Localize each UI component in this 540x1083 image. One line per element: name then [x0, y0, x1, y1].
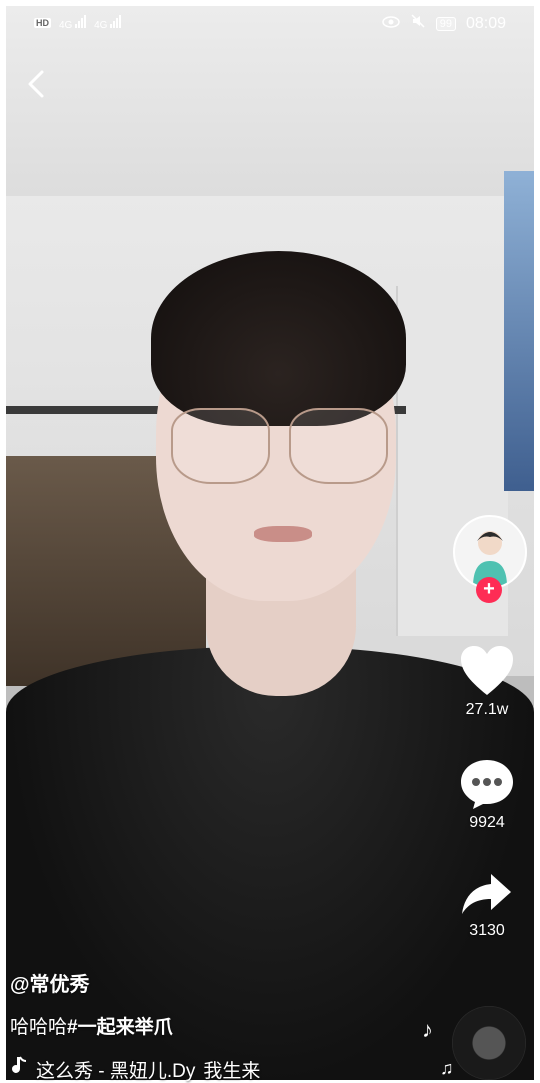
scene-poster — [504, 171, 534, 491]
person-mouth — [254, 526, 312, 542]
follow-plus-button[interactable]: + — [476, 577, 502, 603]
back-button[interactable] — [24, 68, 48, 100]
author-name[interactable]: @常优秀 — [10, 968, 90, 997]
signal-bars-icon — [75, 14, 87, 28]
caption: 哈哈哈#一起来举爪 — [10, 1012, 173, 1039]
music-disc-button[interactable] — [452, 1006, 526, 1080]
caption-text: 哈哈哈 — [10, 1017, 68, 1038]
hashtag-link[interactable]: #一起来举爪 — [67, 1017, 173, 1038]
status-bar: HD 4G 4G 99 08:09 — [6, 6, 534, 40]
music-marquee[interactable]: 这么秀 - 黑妞儿.Dy 我生来 — [10, 1056, 260, 1083]
tiktok-note-icon — [10, 1056, 28, 1083]
person-hair — [151, 251, 406, 426]
share-button[interactable]: 3130 — [457, 872, 517, 940]
signal-bars-icon — [110, 14, 122, 28]
glasses-left — [171, 408, 270, 484]
share-arrow-icon — [462, 874, 511, 914]
like-count: 27.1w — [465, 701, 509, 718]
signal-1-label: 4G — [59, 20, 73, 31]
status-left: HD 4G 4G — [34, 14, 122, 31]
signal-2-label: 4G — [94, 20, 108, 31]
battery-indicator: 99 — [435, 16, 456, 31]
glasses-right — [289, 408, 388, 484]
status-right: 99 08:09 — [381, 13, 506, 34]
comment-button[interactable]: 9924 — [457, 758, 517, 832]
comment-bubble-icon — [461, 760, 513, 809]
music-note-icon: ♪ — [422, 1017, 433, 1042]
mute-icon — [410, 13, 426, 34]
music-title-repeat: 我生来 — [203, 1061, 261, 1082]
music-title: 这么秀 - 黑妞儿.Dy — [36, 1061, 196, 1082]
heart-icon — [461, 646, 513, 695]
like-button[interactable]: 27.1w — [457, 645, 517, 719]
share-count: 3130 — [469, 922, 505, 939]
hd-badge: HD — [34, 17, 51, 28]
signal-2: 4G — [94, 14, 122, 31]
music-note-small-icon: ♫ — [440, 1058, 454, 1078]
chevron-left-icon — [28, 70, 44, 98]
signal-1: 4G — [59, 14, 87, 31]
comment-count: 9924 — [469, 814, 505, 831]
eye-icon — [381, 15, 400, 33]
clock: 08:09 — [465, 14, 506, 32]
